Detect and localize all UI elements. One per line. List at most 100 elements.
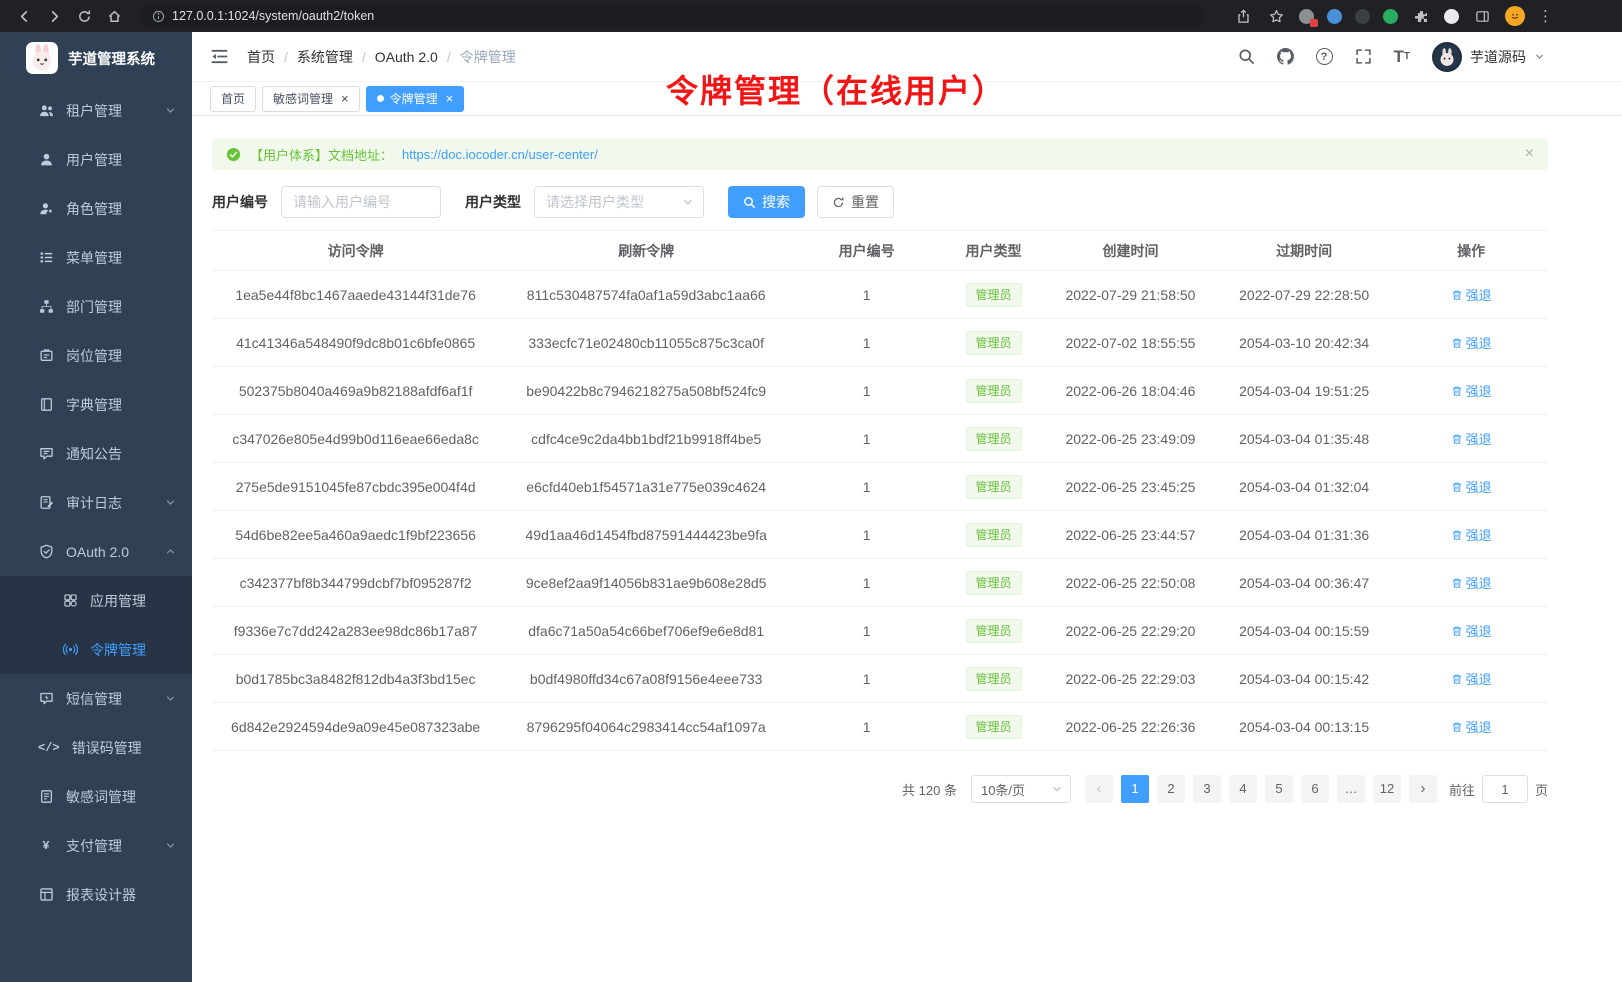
refresh-token-cell: 811c530487574fa0af1a59d3abc1aa66 <box>499 271 793 319</box>
sidebar-item-tenant[interactable]: 租户管理 <box>0 86 192 135</box>
sidebar-item-dept[interactable]: 部门管理 <box>0 282 192 331</box>
pagination-prev-button[interactable]: ‹ <box>1085 775 1113 803</box>
reload-icon[interactable] <box>74 6 94 26</box>
jump-label: 前往 <box>1449 780 1475 799</box>
expire-time-cell: 2054-03-04 19:51:25 <box>1214 367 1394 415</box>
search-icon[interactable] <box>1238 48 1255 65</box>
font-size-icon[interactable]: TT <box>1394 48 1411 65</box>
split-view-icon[interactable] <box>1472 6 1492 26</box>
sidebar-item-pay[interactable]: ¥支付管理 <box>0 821 192 870</box>
sidebar-item-report-designer[interactable]: 报表设计器 <box>0 870 192 919</box>
force-logout-button[interactable]: 强退 <box>1451 285 1492 304</box>
sidebar-item-label: 通知公告 <box>66 444 122 464</box>
bookmark-star-icon[interactable] <box>1266 6 1286 26</box>
sidebar-item-error-code[interactable]: </>错误码管理 <box>0 723 192 772</box>
light-extension-icon[interactable] <box>1444 9 1459 24</box>
home-icon[interactable] <box>104 6 124 26</box>
user-id-input[interactable] <box>281 186 441 218</box>
pagination-page-2[interactable]: 2 <box>1157 775 1185 803</box>
pagination-more-button[interactable]: … <box>1337 775 1365 803</box>
sidebar-item-oauth2-app[interactable]: 应用管理 <box>0 576 192 625</box>
force-logout-button[interactable]: 强退 <box>1451 477 1492 496</box>
tab-close-icon[interactable]: × <box>446 92 454 105</box>
sidebar-item-sensitive-word[interactable]: 敏感词管理 <box>0 772 192 821</box>
create-time-cell: 2022-06-25 22:50:08 <box>1047 559 1214 607</box>
success-check-icon <box>226 147 241 162</box>
tab-sensitive-word[interactable]: 敏感词管理× <box>262 86 360 112</box>
force-logout-button[interactable]: 强退 <box>1451 381 1492 400</box>
pagination-page-6[interactable]: 6 <box>1301 775 1329 803</box>
sidebar-item-oauth2[interactable]: OAuth 2.0 <box>0 527 192 576</box>
column-header: 操作 <box>1394 231 1548 271</box>
help-icon[interactable]: ? <box>1316 48 1333 65</box>
sidebar-item-oauth2-token[interactable]: 令牌管理 <box>0 625 192 674</box>
browser-profile-avatar[interactable] <box>1505 6 1525 26</box>
blue-extension-icon[interactable] <box>1327 9 1342 24</box>
table-row: f9336e7c7dd242a283ee98dc86b17a87dfa6c71a… <box>212 607 1548 655</box>
pagination-page-1[interactable]: 1 <box>1121 775 1149 803</box>
user-id-cell: 1 <box>793 655 940 703</box>
address-bar[interactable]: 127.0.0.1:1024/system/oauth2/token <box>142 5 1202 27</box>
extensions-puzzle-icon[interactable] <box>1411 6 1431 26</box>
force-logout-button[interactable]: 强退 <box>1451 333 1492 352</box>
user-menu[interactable]: 芋道源码 <box>1432 42 1545 72</box>
dark-extension-icon[interactable] <box>1355 9 1370 24</box>
fullscreen-icon[interactable] <box>1355 48 1372 65</box>
pagination-page-3[interactable]: 3 <box>1193 775 1221 803</box>
sidebar-item-post[interactable]: 岗位管理 <box>0 331 192 380</box>
breadcrumb-item[interactable]: 首页 <box>247 47 275 67</box>
back-icon[interactable] <box>14 6 34 26</box>
force-logout-label: 强退 <box>1466 285 1492 304</box>
github-icon[interactable] <box>1277 48 1294 65</box>
force-logout-button[interactable]: 强退 <box>1451 525 1492 544</box>
force-logout-button[interactable]: 强退 <box>1451 621 1492 640</box>
create-time-cell: 2022-07-29 21:58:50 <box>1047 271 1214 319</box>
sidebar-item-user[interactable]: 用户管理 <box>0 135 192 184</box>
action-cell: 强退 <box>1394 463 1548 511</box>
force-logout-button[interactable]: 强退 <box>1451 669 1492 688</box>
tab-home[interactable]: 首页 <box>210 86 256 112</box>
sidebar-item-label: 应用管理 <box>90 591 146 611</box>
green-extension-icon[interactable] <box>1383 9 1398 24</box>
user-id-cell: 1 <box>793 319 940 367</box>
browser-menu-icon[interactable]: ⋮ <box>1538 7 1554 25</box>
share-icon[interactable] <box>1233 6 1253 26</box>
sidebar-item-dict[interactable]: 字典管理 <box>0 380 192 429</box>
force-logout-label: 强退 <box>1466 477 1492 496</box>
jump-page-input[interactable] <box>1482 775 1528 803</box>
breadcrumb-separator: / <box>447 49 451 65</box>
sidebar-item-role[interactable]: 角色管理 <box>0 184 192 233</box>
app-logo[interactable]: 芋道管理系统 <box>0 32 192 84</box>
pagination-page-4[interactable]: 4 <box>1229 775 1257 803</box>
tab-close-icon[interactable]: × <box>341 92 349 105</box>
tab-token[interactable]: 令牌管理× <box>366 86 465 112</box>
forward-icon[interactable] <box>44 6 64 26</box>
oauth-icon <box>38 544 54 560</box>
action-cell: 强退 <box>1394 367 1548 415</box>
pagination-page-12[interactable]: 12 <box>1373 775 1401 803</box>
menu-fold-icon[interactable] <box>210 47 229 66</box>
site-info-icon[interactable] <box>152 10 165 23</box>
breadcrumb-item[interactable]: OAuth 2.0 <box>375 49 438 65</box>
force-logout-button[interactable]: 强退 <box>1451 573 1492 592</box>
search-button[interactable]: 搜索 <box>728 186 805 218</box>
pagination-next-button[interactable]: › <box>1409 775 1437 803</box>
page-size-select[interactable]: 10条/页 <box>971 775 1071 803</box>
user-type-select[interactable]: 请选择用户类型 <box>534 186 704 218</box>
sidebar-item-menu[interactable]: 菜单管理 <box>0 233 192 282</box>
extension-red-badge-icon[interactable] <box>1299 9 1314 24</box>
pagination-pages: 123456…12 <box>1121 775 1401 803</box>
sidebar-item-audit-log[interactable]: 审计日志 <box>0 478 192 527</box>
sidebar-item-sms[interactable]: 短信管理 <box>0 674 192 723</box>
force-logout-button[interactable]: 强退 <box>1451 717 1492 736</box>
refresh-token-cell: be90422b8c7946218275a508bf524fc9 <box>499 367 793 415</box>
reset-button[interactable]: 重置 <box>817 186 894 218</box>
force-logout-button[interactable]: 强退 <box>1451 429 1492 448</box>
doc-link[interactable]: https://doc.iocoder.cn/user-center/ <box>402 147 598 162</box>
access-token-cell: c342377bf8b344799dcbf7bf095287f2 <box>212 559 499 607</box>
breadcrumb-item[interactable]: 系统管理 <box>297 47 353 67</box>
alert-close-icon[interactable]: × <box>1525 146 1534 162</box>
access-token-cell: 1ea5e44f8bc1467aaede43144f31de76 <box>212 271 499 319</box>
pagination-page-5[interactable]: 5 <box>1265 775 1293 803</box>
sidebar-item-notice[interactable]: 通知公告 <box>0 429 192 478</box>
